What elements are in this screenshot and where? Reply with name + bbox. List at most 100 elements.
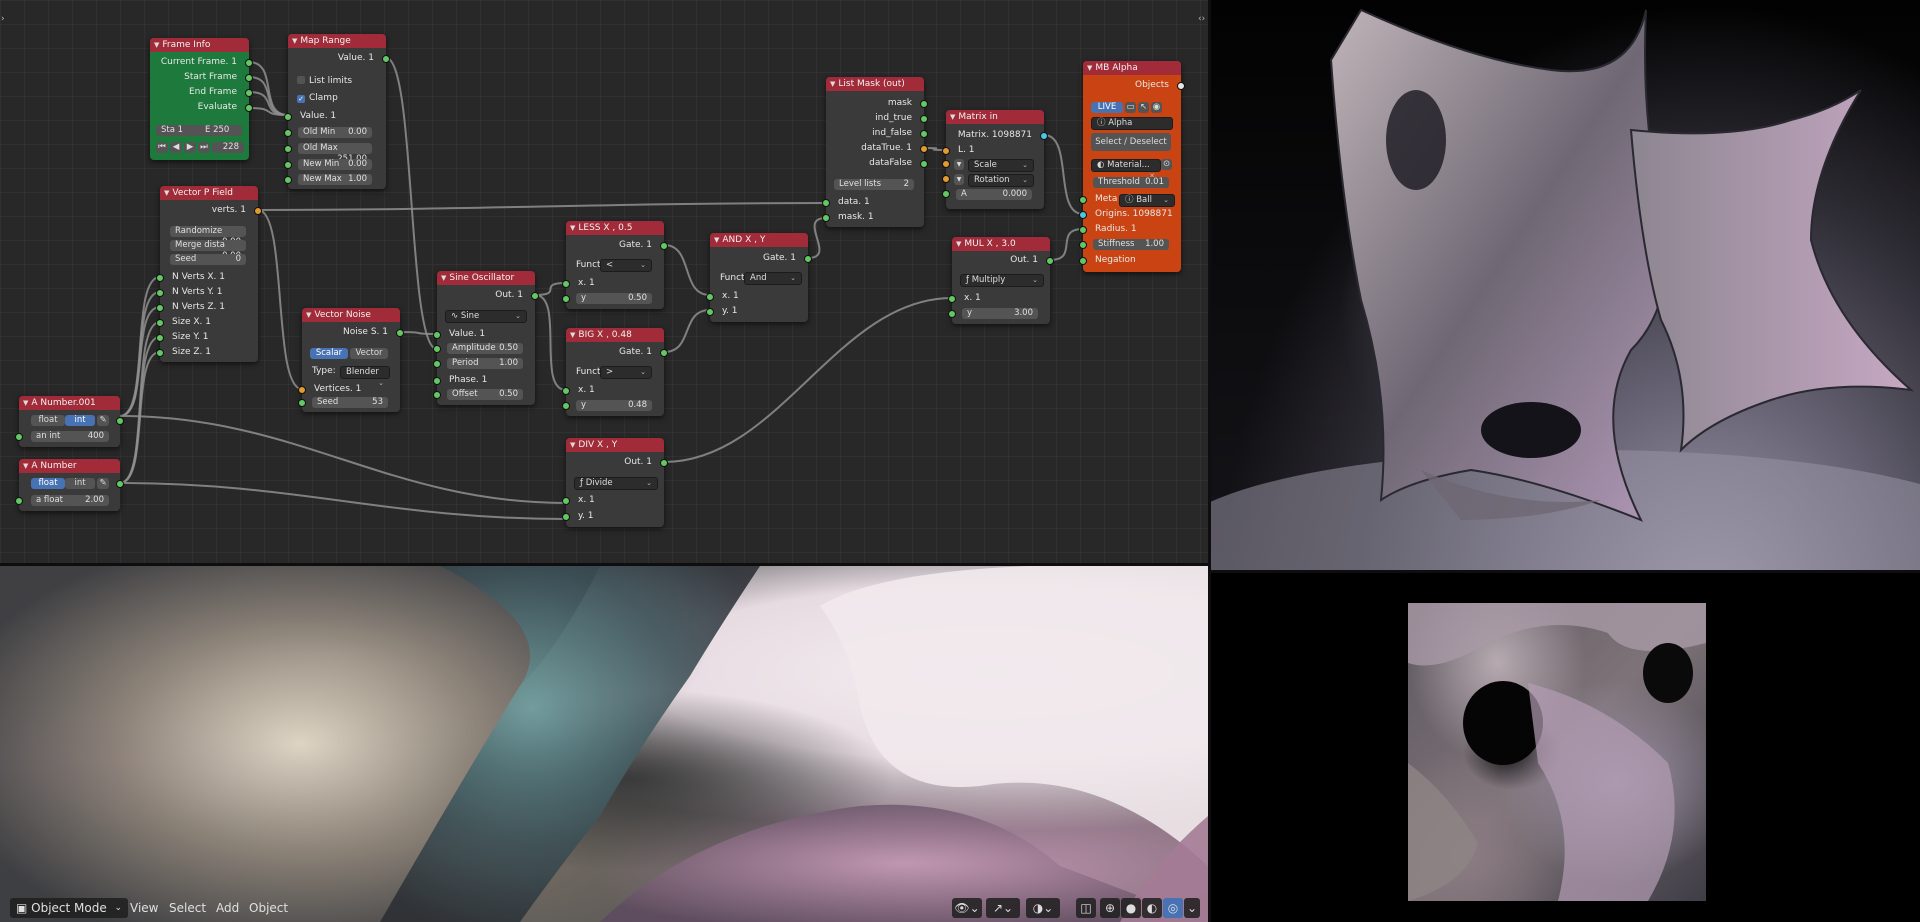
level-lists-field[interactable]: Level lists 2	[834, 179, 914, 190]
node-sine-oscillator[interactable]: ▼ Sine Oscillator Out. 1 ∿ Sine ⌄ Value. 1…	[433, 271, 539, 405]
end-frame-field[interactable]: E 250	[200, 125, 242, 136]
node-link[interactable]	[119, 306, 161, 417]
menu-select[interactable]: Select	[163, 898, 212, 918]
period-socket[interactable]	[433, 360, 441, 368]
node-link[interactable]	[663, 309, 711, 353]
node-header[interactable]: ▼ Sine Oscillator	[437, 271, 535, 285]
3d-viewport[interactable]	[0, 566, 1208, 922]
amplitude-field[interactable]: Amplitude 0.50	[447, 343, 523, 354]
browse-material-icon[interactable]: ⊙	[1161, 159, 1172, 170]
float-toggle[interactable]: float	[31, 478, 65, 489]
node-link[interactable]	[1043, 134, 1084, 215]
output-socket[interactable]	[116, 417, 124, 425]
amplitude-socket[interactable]	[433, 345, 441, 353]
node-header[interactable]: ▼ A Number	[19, 459, 120, 473]
node-a-number[interactable]: ▼ A Number float int ✎ a float 2.00	[15, 459, 124, 511]
function-dropdown[interactable]: And ⌄	[744, 272, 802, 285]
old-max-field[interactable]: Old Max251.00	[298, 143, 372, 164]
object-name-field[interactable]: ⓘ Alpha	[1091, 117, 1173, 130]
meta-type-dropdown[interactable]: ⓘ Ball ⌄	[1119, 194, 1175, 207]
play-button[interactable]: ▶	[184, 142, 196, 153]
node-link[interactable]	[385, 57, 438, 350]
node-link[interactable]	[663, 297, 953, 463]
node-link[interactable]	[119, 276, 161, 417]
node-link[interactable]	[119, 415, 567, 504]
noise-type-dropdown[interactable]: Blender ⌄	[340, 366, 390, 387]
node-header[interactable]: ▼ AND X , Y	[710, 233, 808, 247]
scale-expand-button[interactable]: ▼	[954, 159, 964, 170]
y-field[interactable]: y 3.00	[962, 308, 1038, 319]
visibility-icon[interactable]: 👁⌄	[952, 898, 982, 918]
current-frame-field[interactable]: 228	[212, 142, 244, 153]
float-toggle[interactable]: float	[31, 415, 65, 426]
node-header[interactable]: ▼ Vector Noise	[302, 308, 400, 322]
offset-field[interactable]: Offset 0.50	[447, 389, 523, 400]
step-back-button[interactable]: ◀	[170, 142, 182, 153]
node-header[interactable]: ▼ MUL X , 3.0	[952, 237, 1050, 251]
scalar-toggle[interactable]: Scalar	[310, 348, 348, 359]
rotation-expand-button[interactable]: ▼	[954, 174, 964, 185]
operation-dropdown[interactable]: ƒ Divide ⌄	[574, 477, 658, 490]
render-icon[interactable]: ◉	[1151, 102, 1162, 113]
node-editor[interactable]: ▼ Frame Info Current Frame. 1 Start Frame…	[0, 0, 1208, 563]
live-toggle[interactable]: LIVE	[1091, 102, 1123, 113]
int-value-field[interactable]: an int 400	[31, 431, 109, 442]
jump-start-button[interactable]: ⏮	[156, 142, 168, 153]
stiffness-socket[interactable]	[1079, 241, 1087, 249]
node-link[interactable]	[119, 351, 161, 484]
render-preview[interactable]	[1211, 0, 1920, 570]
y-socket[interactable]	[562, 402, 570, 410]
node-map-range[interactable]: ▼ Map Range Value. 1 List limits ✓ Clamp V…	[284, 34, 390, 189]
node-header[interactable]: ▼ LESS X , 0.5	[566, 221, 664, 235]
clamp-checkbox[interactable]: ✓ Clamp	[288, 91, 386, 105]
old-max-socket[interactable]	[284, 145, 292, 153]
node-header[interactable]: ▼ Map Range	[288, 34, 386, 48]
function-dropdown[interactable]: > ⌄	[600, 366, 652, 379]
node-link[interactable]	[248, 107, 289, 116]
node-link[interactable]	[807, 217, 827, 259]
wireframe-shading-icon[interactable]: ⊕	[1100, 898, 1120, 918]
start-frame-field[interactable]: Sta 1	[156, 125, 202, 136]
solid-shading-icon[interactable]: ●	[1121, 898, 1141, 918]
seed-field[interactable]: Seed 53	[312, 397, 388, 408]
merge-distance-field[interactable]: Merge dista0.00	[170, 240, 246, 261]
menu-object[interactable]: Object	[243, 898, 294, 918]
new-max-socket[interactable]	[284, 176, 292, 184]
node-link[interactable]	[119, 482, 567, 520]
node-vector-p-field[interactable]: ▼Vector P Field verts. 1 Randomize0.00 M…	[156, 186, 262, 362]
y-field[interactable]: y 0.50	[576, 293, 652, 304]
node-header[interactable]: ▼ BIG X , 0.48	[566, 328, 664, 342]
select-deselect-button[interactable]: Select / Deselect	[1091, 133, 1171, 151]
xray-icon[interactable]: ◫	[1076, 898, 1096, 918]
input-socket[interactable]	[15, 497, 23, 505]
node-link[interactable]	[663, 244, 711, 296]
input-socket[interactable]	[15, 433, 23, 441]
node-link[interactable]	[119, 336, 161, 484]
stiffness-field[interactable]: Stiffness 1.00	[1093, 239, 1169, 250]
offset-socket[interactable]	[433, 391, 441, 399]
node-frame-info[interactable]: ▼ Frame Info Current Frame. 1 Start Frame…	[150, 38, 253, 160]
node-link[interactable]	[119, 321, 161, 484]
node-link[interactable]	[257, 202, 827, 211]
node-header[interactable]: ▼ Matrix in	[946, 110, 1044, 124]
rotation-dropdown[interactable]: Rotation ⌄	[968, 174, 1034, 187]
scale-dropdown[interactable]: Scale ⌄	[968, 159, 1034, 172]
node-header[interactable]: ▼ DIV X , Y	[566, 438, 664, 452]
angle-field[interactable]: A 0.000	[956, 189, 1032, 200]
node-less[interactable]: ▼ LESS X , 0.5 Gate. 1 Functi < ⌄ x. 1 y 0.…	[562, 221, 668, 309]
node-div[interactable]: ▼ DIV X , Y Out. 1 ƒ Divide ⌄ x. 1 y. 1	[562, 438, 668, 527]
node-header[interactable]: ▼ MB Alpha	[1083, 61, 1181, 75]
node-vector-noise[interactable]: ▼ Vector Noise Noise S. 1 Scalar Vector T…	[298, 308, 404, 412]
node-matrix-in[interactable]: ▼ Matrix in Matrix. 1098871 L. 1 ▼ Scale ⌄…	[942, 110, 1048, 209]
new-min-socket[interactable]	[284, 161, 292, 169]
node-link[interactable]	[248, 76, 289, 116]
list-limits-checkbox[interactable]: List limits	[288, 74, 386, 88]
vector-toggle[interactable]: Vector	[350, 348, 388, 359]
seed-field[interactable]: Seed 0	[170, 254, 246, 265]
node-link[interactable]	[248, 61, 289, 116]
function-dropdown[interactable]: < ⌄	[600, 259, 652, 272]
area-split-arrow-icon[interactable]: ‹›	[1198, 14, 1205, 24]
node-header[interactable]: ▼ List Mask (out)	[826, 77, 924, 91]
menu-view[interactable]: View	[124, 898, 164, 918]
jump-end-button[interactable]: ⏭	[198, 142, 210, 153]
